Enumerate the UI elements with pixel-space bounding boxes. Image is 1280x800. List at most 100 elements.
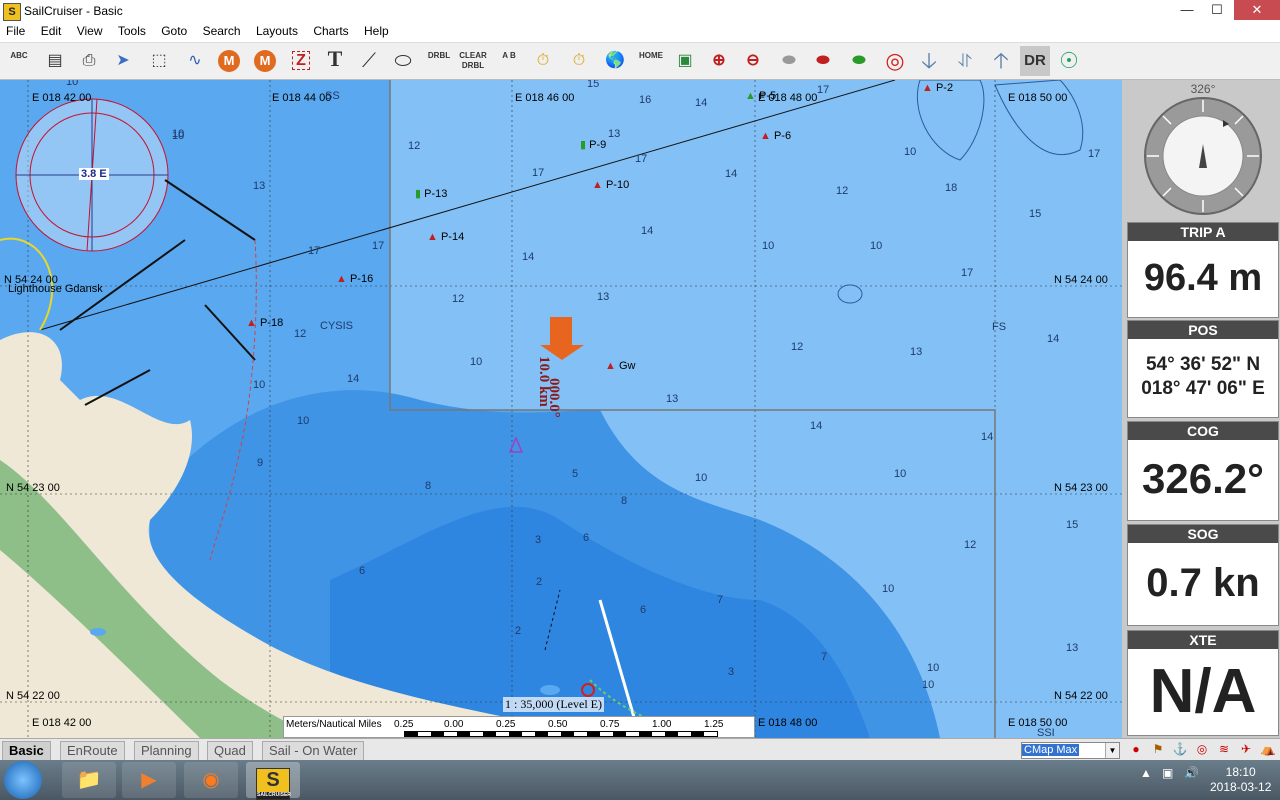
drbl-button[interactable]: DRBL [424, 46, 454, 76]
tray-device-icon[interactable]: ▣ [1162, 766, 1173, 780]
menu-file[interactable]: File [0, 22, 31, 40]
buoy-marker[interactable]: ▮ P-13 [415, 187, 447, 200]
buoy-marker[interactable]: ▮ P-9 [580, 138, 606, 151]
airplane-icon[interactable]: ✈ [1238, 741, 1254, 757]
compass-tool-button[interactable]: ⏱ [564, 46, 594, 76]
menu-tools[interactable]: Tools [112, 22, 152, 40]
buoy-label: P-2 [935, 82, 954, 94]
anchor-icon[interactable]: ⚓ [1172, 741, 1188, 757]
depth-sounding: 15 [1029, 208, 1042, 220]
trip-value: 96.4 m [1143, 257, 1263, 299]
print-button[interactable]: ⎙ [74, 46, 104, 76]
position-instrument[interactable]: POS 54° 36' 52" N 018° 47' 06" E [1127, 320, 1279, 418]
taskbar-sailcruiser[interactable]: S SAILCRUISER [246, 762, 300, 800]
mob-icon[interactable]: ⛺ [1260, 741, 1276, 757]
taskbar-firefox[interactable]: ◉ [184, 762, 238, 798]
buoy-white-button[interactable]: ⬬ [774, 46, 804, 76]
text-tool-button[interactable]: T [320, 46, 350, 76]
mark-move-button[interactable]: M [250, 46, 280, 76]
volume-icon[interactable]: 🔊 [1184, 766, 1199, 780]
tray-clock[interactable]: 18:10 2018-03-12 [1210, 765, 1271, 795]
trip-instrument[interactable]: TRIP A 96.4 m [1127, 222, 1279, 318]
taskbar-explorer[interactable]: 📁 [62, 762, 116, 798]
buoy-marker[interactable]: ▲ P-18 [246, 317, 283, 329]
tab-quad[interactable]: Quad [207, 741, 253, 761]
abc-keyboard-button[interactable]: ABC [4, 46, 34, 76]
depth-sounding: 6 [640, 604, 647, 616]
red-buoy-icon: ▲ [605, 360, 616, 372]
zoom-in-button[interactable]: ⊕ [704, 46, 734, 76]
maximize-button[interactable]: ☐ [1202, 0, 1232, 20]
buoy-marker[interactable]: ▲ P-10 [592, 179, 629, 191]
zone-tool-button[interactable]: Z [286, 46, 316, 76]
ruler-button[interactable]: A B [494, 46, 524, 76]
select-tool-button[interactable]: ➤ [108, 46, 138, 76]
tab-basic[interactable]: Basic [2, 741, 51, 761]
target-icon[interactable]: ◎ [1194, 741, 1210, 757]
close-button[interactable]: ✕ [1234, 0, 1280, 20]
cog-label: COG [1128, 422, 1278, 440]
xte-label: XTE [1128, 631, 1278, 649]
buoy-marker[interactable]: ▲ P-14 [427, 231, 464, 243]
minimize-button[interactable]: — [1172, 0, 1202, 20]
route-icon: ∿ [188, 52, 202, 69]
buoy-label: Gw [618, 360, 636, 372]
move-up-button[interactable]: 🡡 [986, 46, 1016, 76]
tab-sail-on-water[interactable]: Sail - On Water [262, 741, 365, 761]
clear-drbl-button[interactable]: CLEAR DRBL [458, 46, 488, 76]
buoy-red-button[interactable]: ⬬ [808, 46, 838, 76]
gps-button[interactable]: ☉ [1054, 46, 1084, 76]
zoom-area-button[interactable]: ▣ [670, 46, 700, 76]
start-button[interactable] [4, 761, 42, 799]
route-tool-button[interactable]: ∿ [180, 46, 210, 76]
record-icon[interactable]: ● [1128, 741, 1144, 757]
alarm-icon[interactable]: ⚑ [1150, 741, 1166, 757]
dead-reckoning-button[interactable]: DR [1020, 46, 1050, 76]
properties-button[interactable]: ▤ [40, 46, 70, 76]
zoom-out-button[interactable]: ⊖ [738, 46, 768, 76]
mob-button[interactable]: ◎ [880, 46, 910, 76]
xte-instrument[interactable]: XTE N/A [1127, 630, 1279, 736]
menu-view[interactable]: View [71, 22, 109, 40]
menu-help[interactable]: Help [358, 22, 395, 40]
title-bar: S SailCruiser - Basic — ☐ ✕ [0, 0, 1280, 22]
center-button[interactable]: ⥯ [950, 46, 980, 76]
buoy-marker[interactable]: ▲ Gw [605, 360, 635, 372]
signal-icon[interactable]: ≋ [1216, 741, 1232, 757]
ellipse-tool-button[interactable]: ⬭ [388, 46, 418, 76]
buoy-marker[interactable]: ▲ P-16 [336, 273, 373, 285]
scale-tick: 1.25 [704, 719, 724, 730]
nautical-chart[interactable]: E 018 42 00 E 018 44 00 E 018 46 00 E 01… [0, 80, 1122, 738]
line-tool-button[interactable]: ⟋ [354, 46, 384, 76]
menu-layouts[interactable]: Layouts [250, 22, 304, 40]
line-icon: ⟋ [362, 50, 376, 72]
taskbar-media-player[interactable]: ▶ [122, 762, 176, 798]
scale-tick: 0.00 [444, 719, 464, 730]
gauge-button[interactable]: ⏱ [528, 46, 558, 76]
buoy-marker[interactable]: ▲ P-2 [922, 82, 953, 94]
zoom-in-icon: ⊕ [712, 52, 726, 69]
home-button[interactable]: HOME [636, 46, 666, 76]
move-down-button[interactable]: 🡣 [914, 46, 944, 76]
home-label: HOME [639, 51, 663, 60]
scale-bar: Meters/Nautical Miles 0.25 0.00 0.25 0.5… [283, 716, 755, 738]
world-map-button[interactable]: 🌎 [600, 46, 630, 76]
menu-edit[interactable]: Edit [35, 22, 68, 40]
scale-tick: 0.50 [548, 719, 568, 730]
chart-source-select[interactable]: CMap Max ▼ [1021, 742, 1120, 759]
tray-arrow-icon[interactable]: ▲ [1140, 766, 1152, 780]
menu-search[interactable]: Search [197, 22, 247, 40]
dial-icon: ⏱ [572, 52, 586, 69]
mark-tool-button[interactable]: M [214, 46, 244, 76]
menu-charts[interactable]: Charts [307, 22, 354, 40]
buoy-marker[interactable]: ▲ P-5 [745, 90, 776, 102]
buoy-marker[interactable]: ▲ P-6 [760, 130, 791, 142]
cog-instrument[interactable]: COG 326.2° [1127, 421, 1279, 521]
buoy-green-button[interactable]: ⬬ [844, 46, 874, 76]
menu-goto[interactable]: Goto [155, 22, 193, 40]
tab-planning[interactable]: Planning [134, 741, 199, 761]
sog-instrument[interactable]: SOG 0.7 kn [1127, 524, 1279, 626]
tab-enroute[interactable]: EnRoute [60, 741, 125, 761]
mark-m-icon: M [218, 50, 240, 72]
box-select-button[interactable]: ⬚ [144, 46, 174, 76]
